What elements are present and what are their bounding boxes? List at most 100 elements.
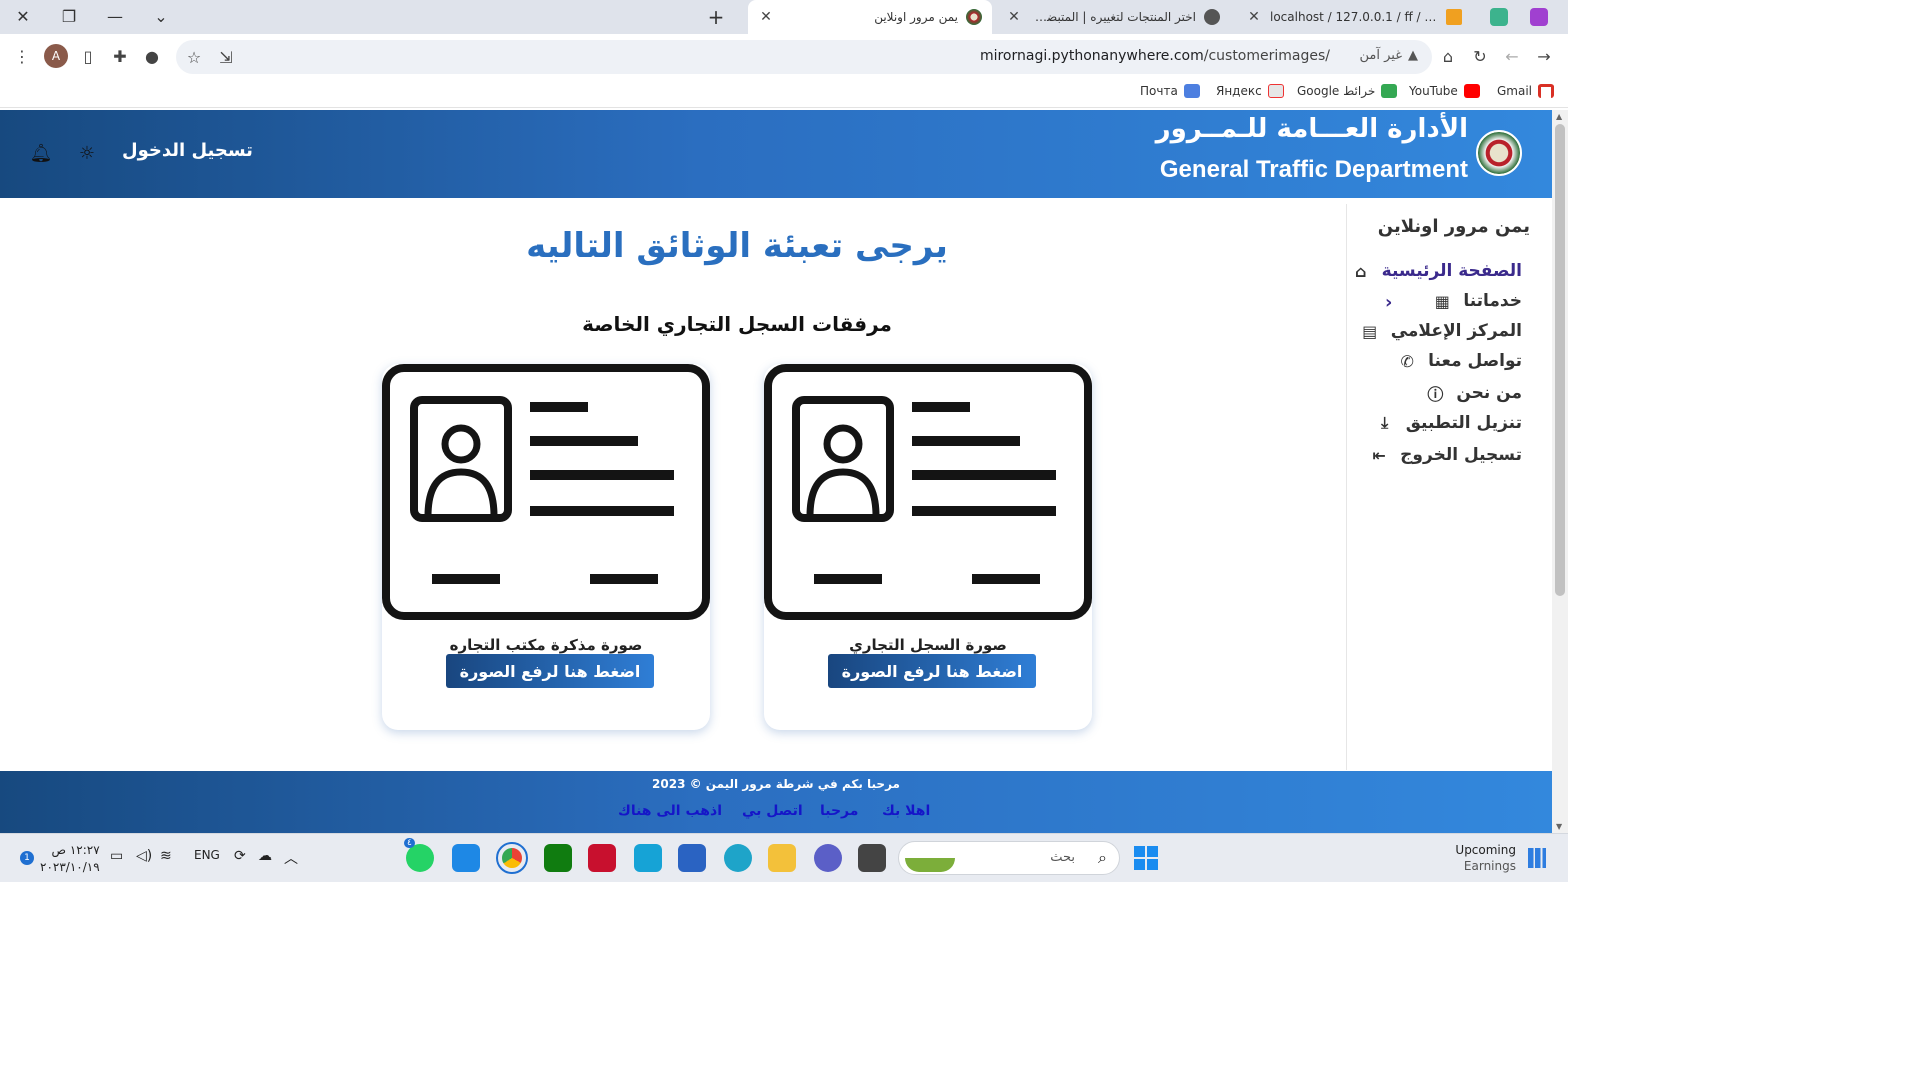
page-scrollbar[interactable]: ▲ ▼ [1552, 110, 1568, 833]
tab-products[interactable]: ✕ اختر المنتجات لتغييره | المتبضع الـ [996, 0, 1230, 34]
brand-english: General Traffic Department [1159, 156, 1468, 183]
youtube-icon [1463, 84, 1480, 98]
card-label: صورة السجل التجاري [849, 636, 1007, 654]
sidebar-title: يمن مرور اونلاين [1377, 216, 1530, 237]
home-icon: ⌂ [1354, 261, 1367, 281]
card-label: صورة مذكرة مكتب التجاره [449, 636, 643, 654]
scroll-down-icon[interactable]: ▼ [1556, 822, 1562, 831]
site-header: الأدارة العـــامة للـمــرور General Traf… [0, 110, 1552, 198]
info-icon: ⓘ [1427, 385, 1444, 404]
close-window-button[interactable]: ✕ [0, 0, 46, 32]
restore-window-button[interactable]: ❐ [46, 0, 92, 32]
mcafee-icon[interactable] [588, 844, 616, 872]
whatsapp-icon[interactable]: ٤ [404, 838, 434, 872]
sidebar-item-contact[interactable]: ✆ تواصل معنا [1396, 348, 1522, 374]
vscode-icon[interactable] [452, 844, 480, 872]
sidebar-item-logout[interactable]: ⇤ تسجيل الخروج [1368, 442, 1522, 468]
earnings-widget[interactable]: Upcoming Earnings [1455, 842, 1516, 874]
side-panel-icon[interactable]: ▯ [76, 44, 100, 68]
language-indicator[interactable]: ENG [194, 848, 220, 862]
copyright-text: مرحبا بكم في شرطة مرور اليمن © 2023 [652, 777, 900, 791]
section-title: مرفقات السجل التجاري الخاصة [582, 312, 892, 336]
login-link[interactable]: تسجيل الدخول [122, 140, 253, 161]
tab-title: اختر المنتجات لتغييره | المتبضع الـ [1030, 10, 1196, 24]
scroll-up-icon[interactable]: ▲ [1556, 112, 1562, 121]
teams-chat-icon[interactable] [814, 844, 842, 872]
maps-icon [1381, 84, 1398, 98]
chatgpt-icon[interactable] [1490, 8, 1508, 26]
system-clock[interactable]: ١٢:٢٧ ص ٢٠٢٣/١٠/١٩ [40, 842, 100, 876]
xbox-icon[interactable] [544, 844, 572, 872]
deer-illustration-icon [905, 844, 955, 872]
chart-bars-icon [1528, 848, 1546, 868]
tray-chevron-up-icon[interactable]: ︿ [284, 848, 298, 868]
bookmarks-bar: Почта Яндекс خرائط Google YouTube Gmail [0, 78, 1568, 108]
close-tab-icon[interactable]: ✕ [758, 9, 774, 25]
new-tab-button[interactable]: + [702, 4, 730, 30]
profile-avatar[interactable]: A [44, 44, 68, 68]
footer-link-contact[interactable]: اتصل بي [742, 803, 803, 819]
tab-active[interactable]: ✕ يمن مرور اونلاين [748, 0, 992, 34]
traffic-department-logo [1476, 130, 1522, 176]
onedrive-cloud-icon[interactable]: ☁ [258, 848, 272, 864]
bookmark-youtube[interactable]: YouTube [1409, 84, 1480, 98]
sidebar-item-home[interactable]: ⌂ الصفحة الرئيسية [1350, 258, 1522, 284]
close-tab-icon[interactable]: ✕ [1006, 9, 1022, 25]
globe-icon [1204, 9, 1220, 25]
upload-image-button[interactable]: اضغط هنا لرفع الصورة [446, 654, 654, 688]
sidebar-item-download-app[interactable]: ⤓ تنزيل التطبيق [1374, 410, 1522, 436]
footer-link-go-there[interactable]: اذهب الى هناك [618, 803, 722, 819]
bookmark-google-maps[interactable]: خرائط Google [1297, 84, 1398, 98]
tab-search-button[interactable]: ⌄ [138, 0, 184, 32]
home-icon[interactable]: ⌂ [1436, 44, 1460, 68]
yandex-icon [1267, 84, 1284, 98]
footer-link-welcome[interactable]: اهلا بك [882, 803, 930, 819]
bookmark-yandex[interactable]: Яндекс [1216, 84, 1284, 98]
back-icon[interactable]: → [1532, 44, 1556, 68]
sidebar-item-about[interactable]: ⓘ من نحن [1424, 380, 1522, 406]
sidebar-item-services[interactable]: ▦ خدماتنا [1431, 288, 1522, 314]
browser-tab-strip: ✕ ❐ — ⌄ + ✕ يمن مرور اونلاين ✕ اختر المن… [0, 0, 1568, 34]
menu-dots-icon[interactable]: ⋮ [10, 44, 34, 68]
forward-icon[interactable]: ← [1500, 44, 1524, 68]
address-bar[interactable]: ☆ ⇲ mirornagi.pythonanywhere.com/custome… [176, 40, 1432, 74]
grid-icon: ▦ [1434, 291, 1450, 311]
chevron-right-icon[interactable]: › [1385, 292, 1392, 313]
windows-start-icon[interactable] [1134, 846, 1158, 870]
launcher-l-icon[interactable] [634, 844, 662, 872]
minimize-window-button[interactable]: — [92, 0, 138, 32]
bookmark-star-icon[interactable]: ☆ [182, 45, 206, 69]
battery-icon[interactable]: ▭ [110, 848, 123, 864]
upload-image-button[interactable]: اضغط هنا لرفع الصورة [828, 654, 1036, 688]
security-indicator[interactable]: ▲ غير آمن [1360, 48, 1419, 63]
share-icon[interactable]: ⇲ [214, 45, 238, 69]
taskbar-search-box[interactable]: بحث ⌕ [898, 841, 1120, 875]
sync-icon[interactable]: ⟳ [234, 848, 246, 864]
terminal-icon[interactable] [858, 844, 886, 872]
file-explorer-icon[interactable] [768, 844, 796, 872]
scrollbar-thumb[interactable] [1555, 124, 1565, 596]
reload-icon[interactable]: ↻ [1468, 44, 1492, 68]
theme-toggle-sun-icon[interactable]: ☼ [76, 142, 98, 164]
notification-bell-icon[interactable]: 🔔︎ [30, 142, 53, 164]
chrome-icon[interactable] [496, 842, 528, 874]
bookmark-gmail[interactable]: Gmail [1497, 84, 1555, 98]
extension-pin-icon[interactable]: ● [140, 44, 164, 68]
search-placeholder: بحث [1050, 850, 1075, 865]
footer-link-hello[interactable]: مرحبا [820, 803, 858, 819]
url-text[interactable]: mirornagi.pythonanywhere.com/customerima… [980, 48, 1330, 64]
close-tab-icon[interactable]: ✕ [1246, 9, 1262, 25]
extensions-puzzle-icon[interactable]: ✚ [108, 44, 132, 68]
wifi-icon[interactable]: ≋ [160, 848, 172, 864]
edge-icon[interactable] [724, 844, 752, 872]
logout-icon: ⇤ [1372, 445, 1386, 465]
microsoft-store-icon[interactable] [678, 844, 706, 872]
notification-badge[interactable]: 1 [20, 851, 34, 865]
volume-icon[interactable]: ◁) [136, 848, 152, 864]
sidebar-item-media-center[interactable]: ▤ المركز الإعلامي [1359, 318, 1522, 344]
site-footer: مرحبا بكم في شرطة مرور اليمن © 2023 اهلا… [0, 771, 1552, 833]
tab-phpmyadmin[interactable]: ✕ localhost / 127.0.0.1 / ff / reserva [1236, 0, 1472, 34]
whatsapp-badge: ٤ [404, 838, 415, 848]
bookmark-pochta[interactable]: Почта [1140, 84, 1200, 98]
extension-icon[interactable] [1530, 8, 1548, 26]
